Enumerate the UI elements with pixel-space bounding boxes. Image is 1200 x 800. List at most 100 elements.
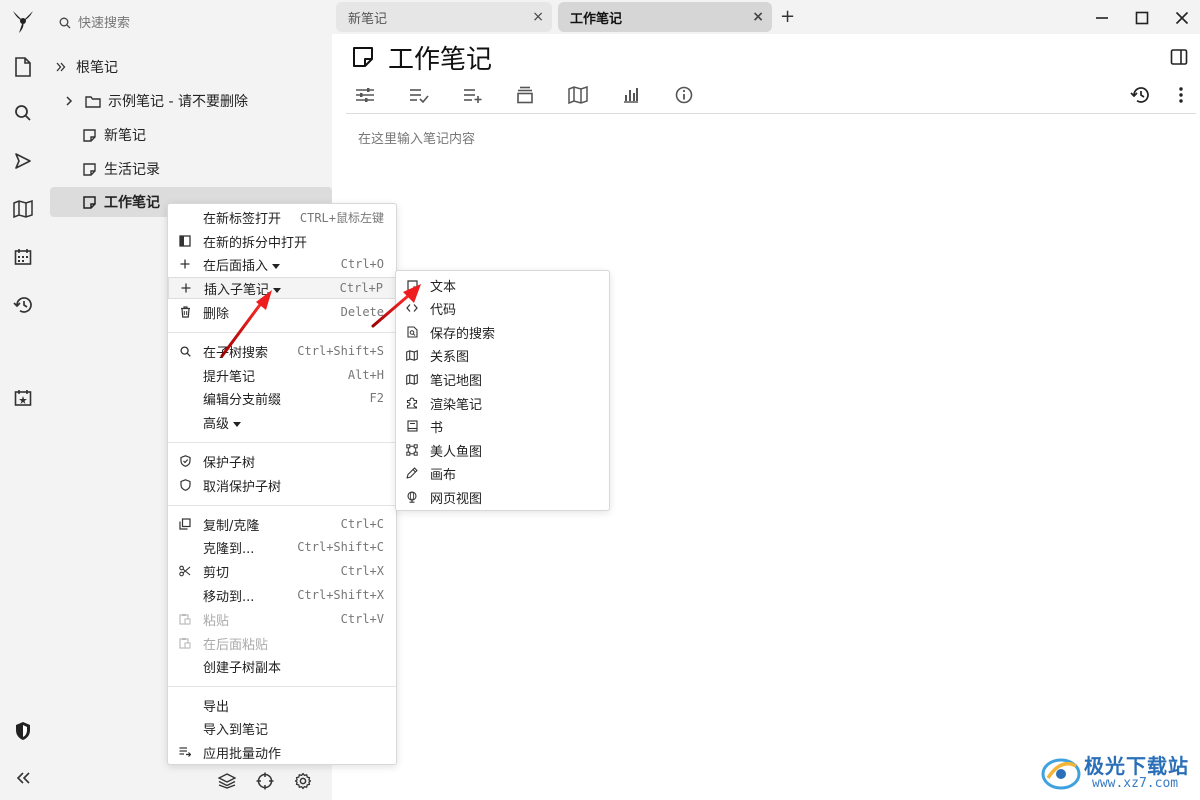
map-icon[interactable]	[565, 82, 591, 108]
sliders-icon[interactable]	[352, 82, 378, 108]
new-note-icon[interactable]	[8, 52, 38, 82]
chevron-right-icon[interactable]	[60, 96, 78, 106]
collapse-layout-icon[interactable]	[512, 82, 538, 108]
menu-item-clone-to[interactable]: 克隆到... Ctrl+Shift+C	[168, 536, 396, 558]
folder-icon	[84, 95, 102, 108]
app-logo-icon[interactable]	[8, 6, 38, 36]
note-title[interactable]: 工作笔记	[388, 39, 492, 76]
menu-divider	[168, 505, 396, 506]
search-icon[interactable]	[8, 98, 38, 128]
submenu-item-book[interactable]: 书	[396, 415, 609, 437]
tree-item-root[interactable]: 根笔记	[52, 52, 328, 82]
history-icon[interactable]	[1127, 82, 1153, 108]
plus-icon	[179, 281, 193, 295]
search-icon	[178, 344, 192, 358]
note-content-editor[interactable]: 在这里输入笔记内容	[358, 128, 475, 147]
file-search-icon	[405, 325, 419, 339]
diagram-icon	[405, 443, 419, 457]
menu-item-search-subtree[interactable]: 在子树搜索 Ctrl+Shift+S	[168, 340, 396, 362]
menu-item-open-new-tab[interactable]: 在新标签打开 CTRL+鼠标左键	[168, 206, 396, 228]
submenu-item-canvas[interactable]: 画布	[396, 462, 609, 484]
tab-bar: 新笔记 × 工作笔记 × +	[332, 0, 1200, 34]
edit-list-icon[interactable]	[406, 82, 432, 108]
divider	[346, 113, 1196, 114]
more-options-icon[interactable]	[1168, 82, 1194, 108]
submenu-item-relation-map[interactable]: 关系图	[396, 344, 609, 366]
menu-item-export[interactable]: 导出	[168, 694, 396, 716]
menu-item-unprotect-subtree[interactable]: 取消保护子树	[168, 474, 396, 496]
tab-work-notes[interactable]: 工作笔记 ×	[558, 2, 772, 32]
pen-icon	[405, 466, 419, 480]
collapse-icon[interactable]	[8, 763, 38, 793]
menu-item-move-to[interactable]: 移动到... Ctrl+Shift+X	[168, 584, 396, 606]
maximize-icon[interactable]	[1130, 6, 1154, 30]
menu-item-bulk-actions[interactable]: 应用批量动作	[168, 741, 396, 763]
submenu-item-saved-search[interactable]: 保存的搜索	[396, 321, 609, 343]
menu-item-duplicate-subtree[interactable]: 创建子树副本	[168, 655, 396, 677]
submenu-item-code[interactable]: 代码	[396, 297, 609, 319]
tree-item-folder[interactable]: 示例笔记 - 请不要删除	[60, 86, 328, 116]
submenu-item-render-note[interactable]: 渲染笔记	[396, 392, 609, 414]
split-icon	[178, 234, 192, 248]
day-note-icon[interactable]	[8, 383, 38, 413]
launcher-bar	[0, 0, 46, 800]
close-icon[interactable]: ×	[532, 10, 544, 24]
search-icon	[52, 17, 78, 29]
tree-item-note[interactable]: 生活记录	[80, 154, 328, 184]
minimize-icon[interactable]	[1090, 6, 1114, 30]
menu-item-advanced[interactable]: 高级	[168, 411, 396, 433]
crosshair-icon[interactable]	[252, 768, 278, 794]
book-icon	[405, 419, 419, 433]
info-icon[interactable]	[671, 82, 697, 108]
submenu-item-mermaid[interactable]: 美人鱼图	[396, 439, 609, 461]
send-icon[interactable]	[8, 146, 38, 176]
add-list-icon[interactable]	[460, 82, 486, 108]
caret-down-icon	[273, 287, 282, 293]
map-icon[interactable]	[8, 194, 38, 224]
caret-down-icon	[272, 263, 281, 269]
tab-label: 工作笔记	[570, 11, 623, 27]
menu-item-protect-subtree[interactable]: 保护子树	[168, 450, 396, 472]
note-icon	[80, 128, 98, 142]
tree-item-label: 新笔记	[104, 128, 146, 144]
menu-item-insert-child[interactable]: 插入子笔记 Ctrl+P	[168, 277, 396, 299]
trash-icon	[178, 305, 192, 319]
history-icon[interactable]	[8, 290, 38, 320]
watermark-url: www.xz7.com	[1092, 776, 1179, 791]
gear-icon[interactable]	[290, 768, 316, 794]
menu-item-import[interactable]: 导入到笔记	[168, 717, 396, 739]
menu-item-insert-after[interactable]: 在后面插入 Ctrl+O	[168, 253, 396, 275]
protected-session-icon[interactable]	[8, 716, 38, 746]
tree-bottom-actions	[214, 768, 316, 794]
tree-item-label: 示例笔记 - 请不要删除	[108, 94, 248, 110]
menu-item-delete[interactable]: 删除 Delete	[168, 301, 396, 323]
layers-icon[interactable]	[214, 768, 240, 794]
tree-item-note[interactable]: 新笔记	[80, 120, 328, 150]
submenu-item-text[interactable]: 文本	[396, 274, 609, 296]
caret-down-icon	[233, 421, 242, 427]
paste-icon	[178, 612, 192, 626]
submenu-item-note-map[interactable]: 笔记地图	[396, 368, 609, 390]
menu-item-edit-prefix[interactable]: 编辑分支前缀 F2	[168, 387, 396, 409]
extension-icon	[405, 396, 419, 410]
close-icon[interactable]: ×	[752, 10, 764, 24]
note-icon	[405, 278, 419, 292]
menu-item-copy-clone[interactable]: 复制/克隆 Ctrl+C	[168, 513, 396, 535]
submenu-item-web-view[interactable]: 网页视图	[396, 486, 609, 508]
list-check-icon	[178, 745, 192, 759]
watermark-logo	[1040, 752, 1082, 792]
menu-item-cut[interactable]: 剪切 Ctrl+X	[168, 560, 396, 582]
quick-search-input[interactable]	[78, 15, 298, 31]
quick-search	[52, 8, 322, 38]
menu-item-open-split[interactable]: 在新的拆分中打开	[168, 230, 396, 252]
toggle-right-pane-icon[interactable]	[1170, 48, 1188, 66]
calendar-icon[interactable]	[8, 242, 38, 272]
note-type-icon[interactable]	[352, 46, 374, 68]
menu-item-hoist[interactable]: 提升笔记 Alt+H	[168, 364, 396, 386]
close-window-icon[interactable]	[1170, 6, 1194, 30]
chevron-double-right-icon	[52, 62, 70, 72]
bar-chart-icon[interactable]	[618, 82, 644, 108]
tab-new-note[interactable]: 新笔记 ×	[336, 2, 552, 32]
new-tab-button[interactable]: +	[780, 6, 795, 27]
tree-item-label: 工作笔记	[104, 195, 160, 211]
